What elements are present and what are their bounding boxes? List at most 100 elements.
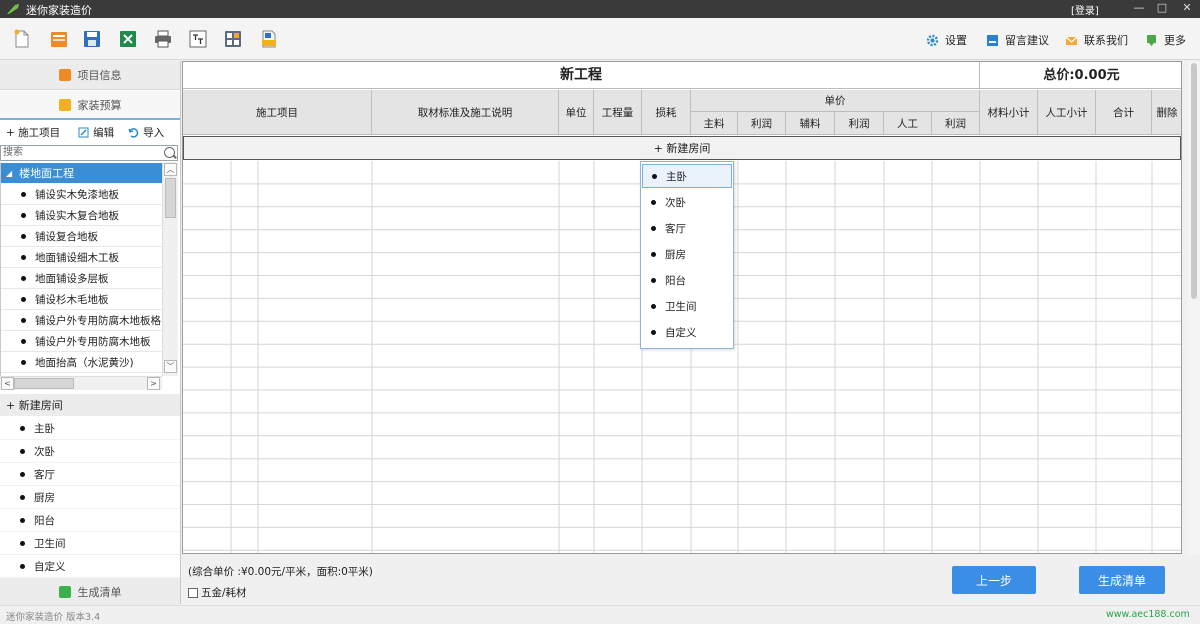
header-item: 施工项目 [183,90,372,135]
more-button[interactable]: 更多 [1145,32,1186,48]
search-placeholder: 搜索 [3,147,23,158]
bullet-icon [21,338,26,344]
unit-price-summary: (综合单价 :¥0.00元/平米，面积:0平米) [188,566,373,578]
bullet-icon [21,212,26,218]
maximize-button[interactable]: □ [1151,0,1173,18]
room-item[interactable]: 次卧 [0,440,180,463]
bullet-icon [21,359,26,365]
new-file-icon[interactable] [12,29,32,49]
bullet-icon [651,329,656,335]
feedback-label: 留言建议 [1005,34,1049,47]
tree-item[interactable]: 铺设实木免漆地板 [1,184,163,205]
tree-item[interactable]: 铺设户外专用防腐木地板 [1,331,163,352]
dropdown-option[interactable]: 客厅 [642,216,732,240]
room-item[interactable]: 阳台 [0,509,180,532]
contact-button[interactable]: 联系我们 [1065,32,1128,48]
search-input[interactable]: 搜索 [0,145,178,161]
tree-item[interactable]: 铺设户外专用防腐木地板格 [1,310,163,331]
gear-icon [926,34,939,46]
tree-item[interactable]: 地面铺设细木工板 [1,247,163,268]
tree-item[interactable]: 地面抬高（水泥黄沙) [1,352,163,373]
print-icon[interactable] [153,29,173,49]
new-room-row-button[interactable]: + 新建房间 [183,136,1181,160]
dropdown-option[interactable]: 主卧 [642,164,732,188]
app-version: 迷你家装造价 版本3.4 [6,612,101,623]
more-label: 更多 [1164,34,1186,47]
cad-icon[interactable] [188,29,208,49]
add-construction-item-button[interactable]: + 施工项目 [6,125,60,140]
rooms-section: + 新建房间 主卧 次卧 客厅 厨房 阳台 卫生间 自定义 [0,394,180,578]
scroll-up-icon[interactable]: ︿ [164,163,177,176]
collapse-triangle-icon[interactable]: ◢ [6,169,12,178]
room-item-label: 卫生间 [34,537,66,550]
website-link[interactable]: www.aec188.com [1106,609,1190,620]
room-item-label: 客厅 [34,468,55,481]
feedback-button[interactable]: 留言建议 [986,32,1049,48]
main-vertical-scrollbar[interactable] [1188,61,1200,554]
project-info-icon [58,69,71,81]
tree-item[interactable]: 铺设复合地板 [1,226,163,247]
room-item-label: 自定义 [34,560,66,573]
status-bar: 迷你家装造价 版本3.4 www.aec188.com [0,605,1200,624]
room-item[interactable]: 主卧 [0,417,180,440]
room-item[interactable]: 自定义 [0,555,180,578]
new-room-button[interactable]: + 新建房间 [0,394,180,416]
search-icon[interactable] [164,147,175,158]
scrollbar-thumb[interactable] [1191,63,1197,299]
import-button[interactable]: 导入 [128,125,164,140]
left-panel: 项目信息 家装预算 + 施工项目 编辑 导入 搜索 ◢ 楼地面工程 铺设实木免漆… [0,61,181,607]
calculator-icon[interactable] [223,29,243,49]
settings-button[interactable]: 设置 [926,32,967,48]
tree-item[interactable]: 地面铺设多层板 [1,268,163,289]
prev-step-button[interactable]: 上一步 [952,566,1036,594]
close-button[interactable]: ✕ [1176,0,1198,18]
tab-generate-list[interactable]: 生成清单 [0,578,180,607]
tree-item-label: 地面铺设多层板 [35,272,109,285]
budget-icon [58,98,71,111]
dwg-icon[interactable] [259,29,279,49]
header-main-material: 主料 [691,112,738,135]
tree-vertical-scrollbar[interactable]: ︿ ﹀ [162,162,178,376]
header-aux-material: 辅料 [786,112,835,135]
tab-budget[interactable]: 家装预算 [0,91,180,120]
room-item[interactable]: 卫生间 [0,532,180,555]
hardware-checkbox-label: 五金/耗材 [201,587,247,599]
login-link[interactable]: [登录] [1071,2,1099,17]
settings-label: 设置 [945,34,967,47]
bullet-icon [651,303,656,309]
tree-category-label: 楼地面工程 [19,167,75,180]
dropdown-option[interactable]: 自定义 [642,320,732,344]
header-material-subtotal: 材料小计 [980,90,1038,135]
dropdown-option[interactable]: 卫生间 [642,294,732,318]
edit-button[interactable]: 编辑 [78,125,114,140]
checkbox-box[interactable] [188,587,198,598]
scroll-down-icon[interactable]: ﹀ [164,360,177,373]
excel-icon[interactable] [118,29,138,49]
minimize-button[interactable]: — [1128,0,1150,18]
bullet-icon [20,540,25,546]
tab-generate-list-label: 生成清单 [77,586,122,599]
tree-horizontal-scrollbar[interactable]: < > [0,376,162,390]
generate-list-button[interactable]: 生成清单 [1079,566,1165,594]
tree-item[interactable]: 铺设杉木毛地板 [1,289,163,310]
scrollbar-thumb[interactable] [165,178,176,218]
dropdown-option[interactable]: 次卧 [642,190,732,214]
window-title: 迷你家装造价 [26,4,92,17]
header-unit: 单位 [559,90,594,135]
tree-category-floor[interactable]: ◢ 楼地面工程 [1,163,163,183]
scroll-right-icon[interactable]: > [147,377,160,390]
tree-item[interactable]: 铺设实木复合地板 [1,205,163,226]
dropdown-option[interactable]: 厨房 [642,242,732,266]
room-item-label: 阳台 [34,514,55,527]
dropdown-option[interactable]: 阳台 [642,268,732,292]
save-icon[interactable] [82,29,102,49]
scroll-left-icon[interactable]: < [1,377,14,390]
scrollbar-thumb[interactable] [14,378,74,389]
open-folder-icon[interactable] [49,29,69,49]
feedback-icon [987,34,998,46]
tab-project-info[interactable]: 项目信息 [0,61,180,90]
room-item-label: 次卧 [34,445,55,458]
room-item[interactable]: 客厅 [0,463,180,486]
room-item[interactable]: 厨房 [0,486,180,509]
hardware-checkbox[interactable]: 五金/耗材 [188,585,247,600]
